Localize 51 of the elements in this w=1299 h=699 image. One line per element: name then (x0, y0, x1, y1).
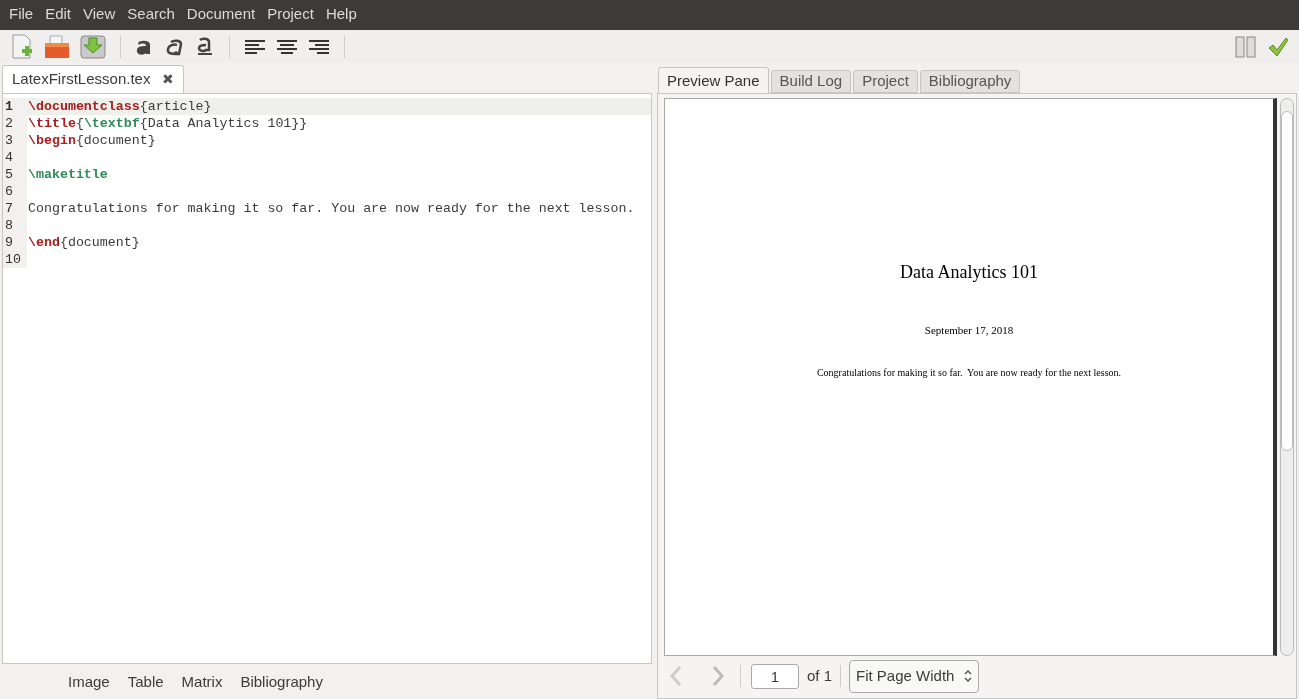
scrollbar[interactable] (1280, 98, 1294, 656)
menu-item[interactable]: Document (180, 2, 262, 25)
code-line: \end{document} (27, 234, 140, 251)
line-number: 5 (3, 166, 27, 183)
align-center-icon[interactable] (276, 38, 298, 55)
menu-item[interactable]: Search (121, 2, 181, 25)
menu-item[interactable]: File (3, 2, 40, 25)
insert-tab[interactable]: Bibliography (240, 671, 323, 694)
insert-tab[interactable]: Image (68, 671, 110, 694)
document-paragraph: Congratulations for making it so far. You are now ready for the next lesson. (816, 365, 1122, 380)
menu-item[interactable]: Help (319, 2, 363, 25)
line-number: 2 (3, 115, 27, 132)
align-left-icon[interactable] (244, 38, 266, 55)
preview-tab[interactable]: Build Log (770, 70, 852, 93)
preview-tab[interactable]: Preview Pane (658, 67, 769, 94)
line-number: 4 (3, 149, 27, 166)
line-number: 1 (3, 98, 27, 115)
new-file-icon[interactable] (10, 33, 34, 60)
insert-tab[interactable]: Matrix (181, 671, 223, 694)
pause-icon[interactable] (1235, 35, 1257, 58)
code-line: \begin{document} (27, 132, 156, 149)
download-icon[interactable] (80, 34, 106, 59)
code-line: Congratulations for making it so far. You are now ready for the next lesson. (27, 200, 635, 217)
line-number: 8 (3, 217, 27, 234)
page-number-field[interactable]: 1 (751, 663, 799, 689)
code-line: \title{\textbf{Data Analytics 101}} (27, 115, 308, 132)
open-folder-icon[interactable] (44, 34, 70, 59)
menu-item[interactable]: Project (261, 2, 320, 25)
code-line: \maketitle (27, 166, 108, 183)
close-tab-button[interactable]: ✖ (162, 69, 175, 90)
preview-tab[interactable]: Bibliography (919, 70, 1021, 93)
align-right-icon[interactable] (308, 38, 330, 55)
insert-tab[interactable]: Table (127, 671, 164, 694)
line-number: 7 (3, 200, 27, 217)
line-number: 6 (3, 183, 27, 200)
code-line: \documentclass{article} (27, 98, 212, 115)
updown-caret-icon (964, 669, 973, 683)
underline-a-icon[interactable] (195, 35, 215, 58)
line-number: 9 (3, 234, 27, 251)
preview-tab[interactable]: Project (853, 70, 918, 93)
tab-label: LatexFirstLesson.tex (12, 69, 151, 90)
editor-tab[interactable]: LatexFirstLesson.tex ✖ (2, 65, 185, 93)
menu-item[interactable]: Edit (39, 2, 78, 25)
document-title: Data Analytics 101 (900, 261, 1038, 284)
page-count: of 1 (807, 665, 833, 686)
document-date: September 17, 2018 (924, 323, 1014, 338)
line-number: 3 (3, 132, 27, 149)
line-number: 10 (3, 251, 27, 268)
checkmark-icon[interactable] (1267, 35, 1289, 58)
menu-item[interactable]: View (77, 2, 122, 25)
zoom-dropdown[interactable]: Fit Page Width (849, 659, 980, 693)
